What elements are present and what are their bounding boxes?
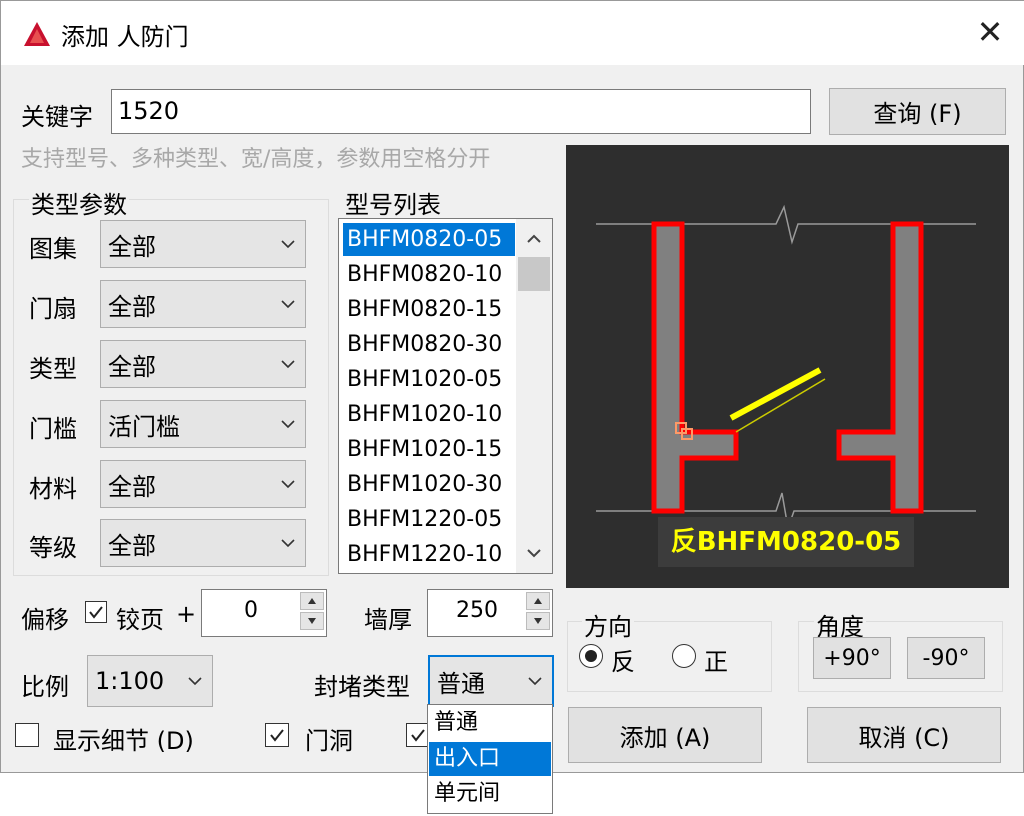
add-button[interactable]: 添加 (A) — [568, 707, 762, 763]
keyword-label: 关键字 — [21, 103, 93, 131]
list-item[interactable]: BHFM0820-15 — [343, 293, 515, 326]
door-opening-checkbox[interactable] — [265, 723, 289, 747]
wall-thickness-input[interactable]: 250 — [427, 589, 553, 637]
chevron-down-icon — [281, 240, 295, 249]
spin-up-icon[interactable] — [300, 592, 324, 610]
spin-up-icon[interactable] — [526, 592, 550, 610]
keyword-input[interactable]: 1520 — [111, 89, 811, 134]
model-list-title: 型号列表 — [345, 191, 441, 219]
seal-type-select[interactable]: 普通 — [428, 655, 554, 707]
preview-caption: 反BHFM0820-05 — [658, 517, 914, 567]
seal-type-dropdown[interactable]: 普通 出入口 单元间 — [427, 704, 553, 814]
chevron-down-icon — [281, 539, 295, 548]
direction-reverse-label: 反 — [611, 648, 635, 676]
chevron-down-icon — [281, 420, 295, 429]
door-leaf-label: 门扇 — [29, 295, 77, 323]
list-item[interactable]: BHFM1220-10 — [343, 538, 515, 571]
material-label: 材料 — [29, 475, 77, 503]
app-logo-icon — [24, 22, 50, 46]
wall-spinner[interactable] — [526, 592, 550, 630]
title-bar: 添加 人防门 ✕ — [1, 1, 1024, 65]
spin-down-icon[interactable] — [300, 612, 324, 630]
scale-label: 比例 — [21, 673, 69, 701]
list-item[interactable]: BHFM1020-15 — [343, 433, 515, 466]
cancel-button[interactable]: 取消 (C) — [807, 707, 1001, 763]
list-item[interactable]: BHFM1020-30 — [343, 468, 515, 501]
material-value: 全部 — [108, 472, 156, 501]
scale-select[interactable]: 1:100 — [87, 655, 213, 707]
door-leaf-select[interactable]: 全部 — [100, 280, 306, 328]
offset-input[interactable]: 0 — [201, 589, 327, 637]
show-detail-label: 显示细节 (D) — [53, 727, 194, 755]
close-icon[interactable]: ✕ — [973, 15, 1007, 49]
grade-select[interactable]: 全部 — [100, 519, 306, 567]
model-listbox[interactable]: BHFM0820-05 BHFM0820-10 BHFM0820-15 BHFM… — [338, 218, 553, 574]
chevron-down-icon — [281, 300, 295, 309]
check-icon — [89, 606, 103, 619]
dropdown-option-unit[interactable]: 单元间 — [429, 777, 551, 811]
list-scrollbar[interactable] — [516, 219, 552, 573]
rotate-minus-90-button[interactable]: -90° — [907, 637, 985, 679]
chevron-down-icon — [188, 677, 202, 686]
show-detail-checkbox[interactable] — [15, 723, 39, 747]
type-label: 类型 — [29, 355, 77, 383]
radio-dot — [585, 650, 597, 662]
list-item[interactable]: BHFM0820-10 — [343, 258, 515, 291]
list-item[interactable]: BHFM0820-05 — [343, 223, 515, 256]
atlas-select[interactable]: 全部 — [100, 220, 306, 268]
type-value: 全部 — [108, 352, 156, 381]
seal-type-value: 普通 — [437, 669, 485, 698]
direction-title: 方向 — [582, 607, 634, 642]
dropdown-option-entrance[interactable]: 出入口 — [429, 742, 551, 776]
scroll-thumb[interactable] — [518, 257, 550, 291]
scroll-up-icon[interactable] — [526, 233, 542, 245]
list-item[interactable]: BHFM1020-05 — [343, 363, 515, 396]
check-icon — [270, 729, 284, 742]
grade-label: 等级 — [29, 534, 77, 562]
scroll-down-icon[interactable] — [526, 547, 542, 559]
chevron-down-icon — [528, 677, 542, 686]
seal-type-label: 封堵类型 — [314, 673, 410, 701]
chevron-down-icon — [281, 480, 295, 489]
list-item[interactable]: BHFM0820-30 — [343, 328, 515, 361]
list-item[interactable]: BHFM1020-10 — [343, 398, 515, 431]
type-select[interactable]: 全部 — [100, 340, 306, 388]
door-opening-label: 门洞 — [305, 727, 353, 755]
query-button[interactable]: 查询 (F) — [829, 88, 1006, 135]
offset-label: 偏移 — [21, 606, 69, 634]
door-preview-canvas: 反BHFM0820-05 — [566, 145, 1009, 588]
material-select[interactable]: 全部 — [100, 460, 306, 508]
add-civil-defense-door-dialog: 添加 人防门 ✕ 关键字 1520 查询 (F) 支持型号、多种类型、宽/高度，… — [0, 0, 1024, 773]
direction-forward-radio[interactable] — [672, 644, 696, 668]
door-leaf-value: 全部 — [108, 292, 156, 321]
threshold-select[interactable]: 活门槛 — [100, 400, 306, 448]
dropdown-option-normal[interactable]: 普通 — [429, 706, 551, 740]
window-title: 添加 人防门 — [61, 23, 189, 51]
hinge-checkbox[interactable] — [85, 601, 107, 623]
scale-value: 1:100 — [95, 667, 165, 695]
search-hint: 支持型号、多种类型、宽/高度，参数用空格分开 — [21, 147, 491, 172]
direction-forward-label: 正 — [704, 648, 728, 676]
direction-reverse-radio[interactable] — [579, 644, 603, 668]
spin-down-icon[interactable] — [526, 612, 550, 630]
hinge-label: 铰页 — [116, 606, 164, 634]
wall-thickness-value: 250 — [456, 598, 498, 623]
wall-thickness-label: 墙厚 — [364, 606, 412, 634]
check-icon — [411, 729, 425, 742]
threshold-value: 活门槛 — [108, 412, 180, 441]
atlas-label: 图集 — [29, 235, 77, 263]
type-params-title: 类型参数 — [29, 185, 129, 220]
atlas-value: 全部 — [108, 232, 156, 261]
grade-value: 全部 — [108, 531, 156, 560]
rotate-plus-90-button[interactable]: +90° — [813, 637, 891, 679]
chevron-down-icon — [281, 360, 295, 369]
offset-spinner[interactable] — [300, 592, 324, 630]
list-item[interactable]: BHFM1220-05 — [343, 503, 515, 536]
offset-value: 0 — [244, 598, 258, 623]
offset-plus-sign: + — [176, 600, 197, 628]
threshold-label: 门槛 — [29, 415, 77, 443]
